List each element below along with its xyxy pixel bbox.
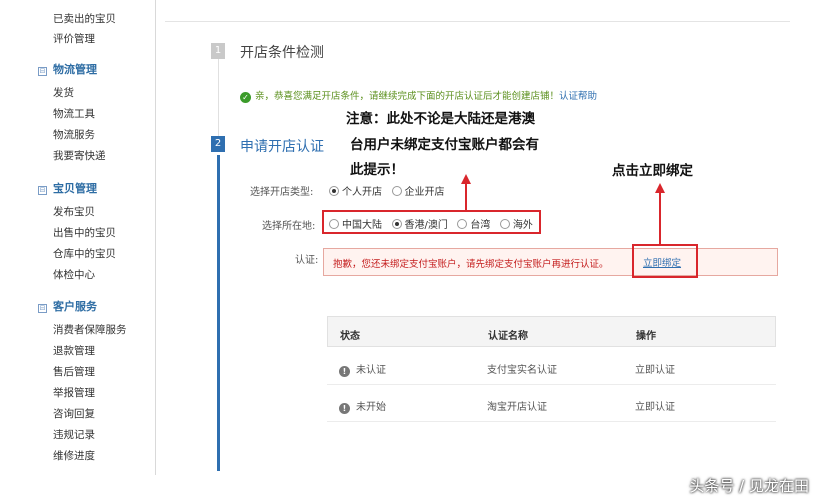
radio-taiwan[interactable] xyxy=(457,219,468,229)
sidebar-item-consumer-protection[interactable]: 消费者保障服务 xyxy=(53,322,127,337)
sidebar-item-inquiries[interactable]: 咨询回复 xyxy=(53,406,95,421)
shop-type-label: 选择开店类型: xyxy=(250,187,314,198)
eligibility-text: 亲，恭喜您满足开店条件，请继续完成下面的开店认证后才能创建店铺！ xyxy=(255,91,560,102)
sidebar-item-after-sale[interactable]: 售后管理 xyxy=(53,364,95,379)
step-1-title: 开店条件检测 xyxy=(240,45,324,61)
arrow-head xyxy=(655,183,665,193)
region-option[interactable]: 香港/澳门 xyxy=(405,220,448,231)
status-text: 未开始 xyxy=(356,402,386,413)
sidebar-item-sold[interactable]: 已卖出的宝贝 xyxy=(53,11,116,26)
check-icon: ✓ xyxy=(240,92,251,103)
status-cell: ! 未开始 xyxy=(339,398,386,414)
sidebar-item-publish[interactable]: 发布宝贝 xyxy=(53,204,95,219)
warning-text: 抱歉，您还未绑定支付宝账户，请先绑定支付宝账户再进行认证。 xyxy=(333,259,609,270)
radio-overseas[interactable] xyxy=(499,219,510,229)
step-connector xyxy=(218,58,219,138)
sidebar-group-label: 物流管理 xyxy=(53,63,97,76)
sidebar-item-reports[interactable]: 举报管理 xyxy=(53,385,95,400)
radio-mainland[interactable] xyxy=(329,219,339,229)
annotation-note-line-1: 注意：此处不论是大陆还是港澳 xyxy=(346,111,535,127)
region-option[interactable]: 台湾 xyxy=(470,220,490,231)
warning-box: 抱歉，您还未绑定支付宝账户，请先绑定支付宝账户再进行认证。 xyxy=(323,248,778,276)
info-icon: ! xyxy=(339,366,350,377)
sidebar-item-on-sale[interactable]: 出售中的宝贝 xyxy=(53,225,116,240)
radio-personal[interactable] xyxy=(329,186,339,196)
sidebar-item-checkup[interactable]: 体检中心 xyxy=(53,267,95,282)
arrow-to-region xyxy=(465,183,467,211)
watermark: 头条号 / 见龙在田 xyxy=(689,477,809,495)
bind-highlight-box xyxy=(632,244,698,278)
step-2-number: 2 xyxy=(211,136,225,152)
region-group: 中国大陆 香港/澳门 台湾 海外 xyxy=(327,216,537,231)
col-status-header: 状态 xyxy=(340,331,360,342)
shop-type-option[interactable]: 企业开店 xyxy=(405,187,445,198)
sidebar-item-reviews[interactable]: 评价管理 xyxy=(53,31,95,46)
name-cell: 支付宝实名认证 xyxy=(487,365,557,376)
sidebar-group-label: 客户服务 xyxy=(53,300,97,313)
active-step-line xyxy=(217,155,220,471)
action-link[interactable]: 立即认证 xyxy=(635,398,675,413)
status-text: 未认证 xyxy=(356,365,386,376)
arrow-to-bind xyxy=(659,192,661,244)
annotation-click-bind: 点击立即绑定 xyxy=(612,163,693,179)
col-name-header: 认证名称 xyxy=(488,331,528,342)
sidebar-item-repair-progress[interactable]: 维修进度 xyxy=(53,448,95,463)
col-action-header: 操作 xyxy=(636,331,656,342)
sidebar-group-customer-service[interactable]: ⊟ 客户服务 xyxy=(38,298,97,314)
radio-hk-macau[interactable] xyxy=(391,219,402,229)
sidebar-item-refunds[interactable]: 退款管理 xyxy=(53,343,95,358)
shop-type-option[interactable]: 个人开店 xyxy=(342,187,382,198)
sidebar-group-logistics[interactable]: ⊟ 物流管理 xyxy=(38,61,97,77)
status-cell: ! 未认证 xyxy=(339,361,386,377)
annotation-note-line-2: 台用户未绑定支付宝账户都会有 xyxy=(350,137,539,153)
sidebar-item-warehouse[interactable]: 仓库中的宝贝 xyxy=(53,246,116,261)
collapse-icon[interactable]: ⊟ xyxy=(38,186,47,195)
sidebar-item-logistics-service[interactable]: 物流服务 xyxy=(53,127,95,142)
sidebar-group-label: 宝贝管理 xyxy=(53,182,97,195)
region-label: 选择所在地: xyxy=(262,221,316,232)
annotation-note-line-3: 此提示！ xyxy=(350,162,404,178)
region-option[interactable]: 海外 xyxy=(513,220,533,231)
info-icon: ! xyxy=(339,403,350,414)
step-2-title: 申请开店认证 xyxy=(240,139,324,155)
sidebar-item-violations[interactable]: 违规记录 xyxy=(53,427,95,442)
arrow-head xyxy=(461,174,471,184)
sidebar-item-logistics-tools[interactable]: 物流工具 xyxy=(53,106,95,121)
collapse-icon[interactable]: ⊟ xyxy=(38,304,47,313)
action-link[interactable]: 立即认证 xyxy=(635,361,675,376)
region-option[interactable]: 中国大陆 xyxy=(342,220,382,231)
sidebar: 已卖出的宝贝 评价管理 ⊟ 物流管理 发货 物流工具 物流服务 我要寄快递 ⊟ 宝贝… xyxy=(0,0,156,475)
name-cell: 淘宝开店认证 xyxy=(487,402,547,413)
cert-label: 认证: xyxy=(295,255,319,266)
header-divider xyxy=(165,21,790,22)
sidebar-item-send-express[interactable]: 我要寄快递 xyxy=(53,148,106,163)
table-row: ! 未开始 淘宝开店认证 立即认证 xyxy=(327,386,776,422)
shop-type-group: 个人开店 企业开店 xyxy=(327,183,449,198)
step-1-number: 1 xyxy=(211,43,225,59)
sidebar-item-ship[interactable]: 发货 xyxy=(53,85,74,100)
sidebar-group-products[interactable]: ⊟ 宝贝管理 xyxy=(38,180,97,196)
radio-enterprise[interactable] xyxy=(391,186,402,196)
eligibility-message: ✓ 亲，恭喜您满足开店条件，请继续完成下面的开店认证后才能创建店铺！认证帮助 xyxy=(240,88,597,103)
collapse-icon[interactable]: ⊟ xyxy=(38,67,47,76)
table-header: 状态 认证名称 操作 xyxy=(327,316,776,347)
table-row: ! 未认证 支付宝实名认证 立即认证 xyxy=(327,349,776,385)
help-link[interactable]: 认证帮助 xyxy=(559,91,597,102)
